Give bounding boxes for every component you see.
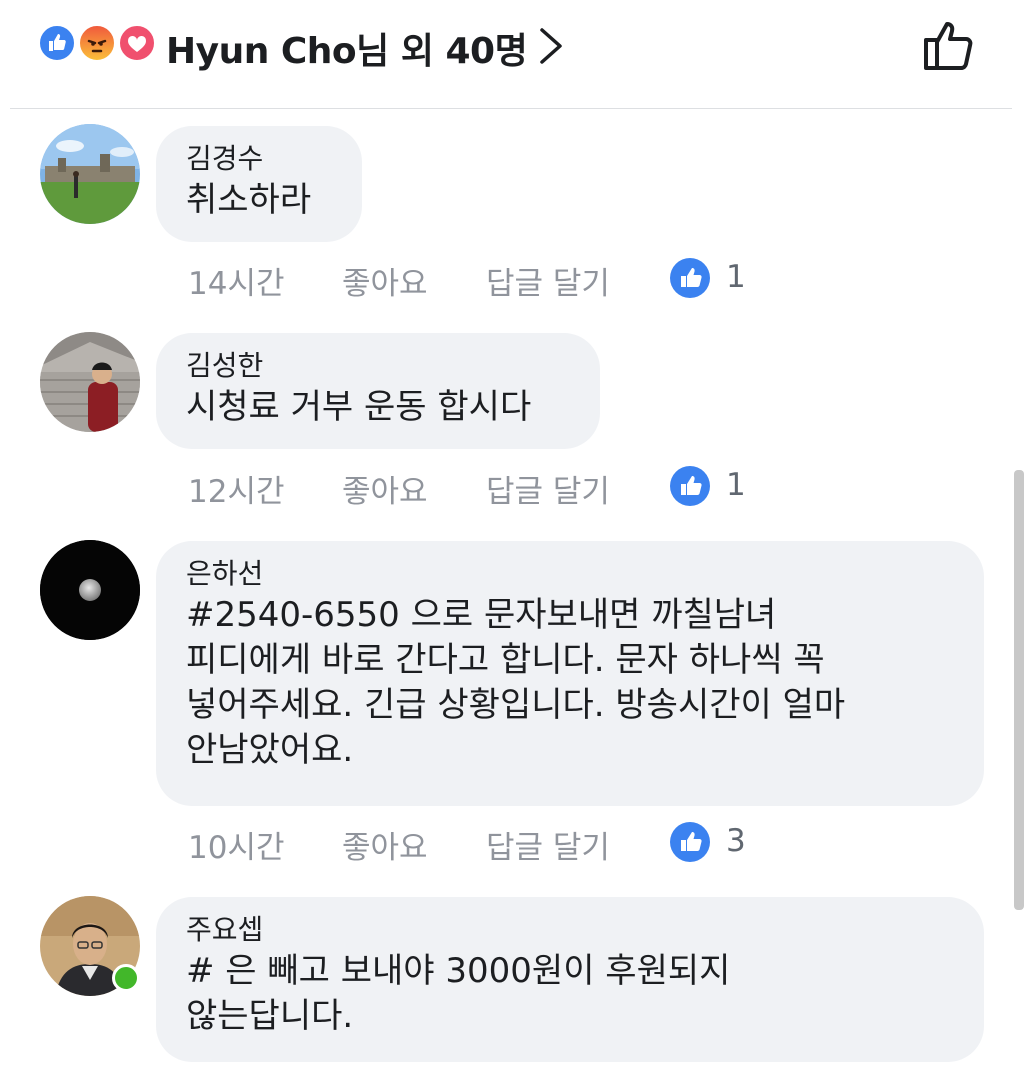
comment-text: #2540-6550 으로 문자보내면 까칠남녀 피디에게 바로 간다고 합니다…	[186, 595, 846, 770]
reactions-summary: Hyun Cho님 외 40명	[166, 31, 528, 72]
angry-reaction-icon	[78, 24, 116, 62]
avatar[interactable]	[40, 540, 140, 640]
like-outline-icon[interactable]	[916, 16, 980, 72]
like-link[interactable]: 좋아요	[342, 822, 428, 867]
comment-bubble[interactable]: 주요셉 # 은 빼고 보내야 3000원이 후원되지 않는답니다.	[156, 897, 984, 1062]
like-link[interactable]: 좋아요	[342, 258, 428, 303]
reply-link[interactable]: 답글 달기	[486, 258, 610, 303]
comment-time: 12시간	[188, 474, 285, 510]
reply-link[interactable]: 답글 달기	[486, 466, 610, 511]
reactions-header[interactable]: Hyun Cho님 외 40명	[0, 0, 1024, 108]
scrollbar[interactable]	[1014, 470, 1024, 910]
comment-bubble[interactable]: 김성한 시청료 거부 운동 합시다	[156, 333, 600, 449]
like-count-icon	[670, 822, 710, 862]
like-count[interactable]: 1	[726, 259, 746, 295]
comment-bubble[interactable]: 김경수 취소하라	[156, 126, 362, 242]
online-status-dot	[112, 964, 140, 992]
love-reaction-icon	[118, 24, 156, 62]
reply-link[interactable]: 답글 달기	[486, 822, 610, 867]
reaction-icons	[38, 24, 158, 64]
comment-time: 14시간	[188, 266, 285, 302]
like-count-icon	[670, 258, 710, 298]
commenter-name[interactable]: 김경수	[186, 140, 332, 178]
comment-time: 10시간	[188, 830, 285, 866]
chevron-right-icon	[540, 28, 562, 64]
like-count-icon	[670, 466, 710, 506]
commenter-name[interactable]: 김성한	[186, 347, 570, 385]
like-reaction-icon	[38, 24, 76, 62]
commenter-name[interactable]: 주요셉	[186, 911, 954, 949]
comment-bubble[interactable]: 은하선 #2540-6550 으로 문자보내면 까칠남녀 피디에게 바로 간다고…	[156, 541, 984, 806]
commenter-name[interactable]: 은하선	[186, 555, 954, 593]
comment-text: 취소하라	[186, 180, 312, 220]
comment-text: # 은 빼고 보내야 3000원이 후원되지 않는답니다.	[186, 951, 731, 1036]
like-count[interactable]: 1	[726, 467, 746, 503]
header-divider	[10, 108, 1012, 109]
comment-text: 시청료 거부 운동 합시다	[186, 387, 532, 427]
avatar[interactable]	[40, 124, 140, 224]
like-link[interactable]: 좋아요	[342, 466, 428, 511]
like-count[interactable]: 3	[726, 823, 746, 859]
avatar[interactable]	[40, 332, 140, 432]
